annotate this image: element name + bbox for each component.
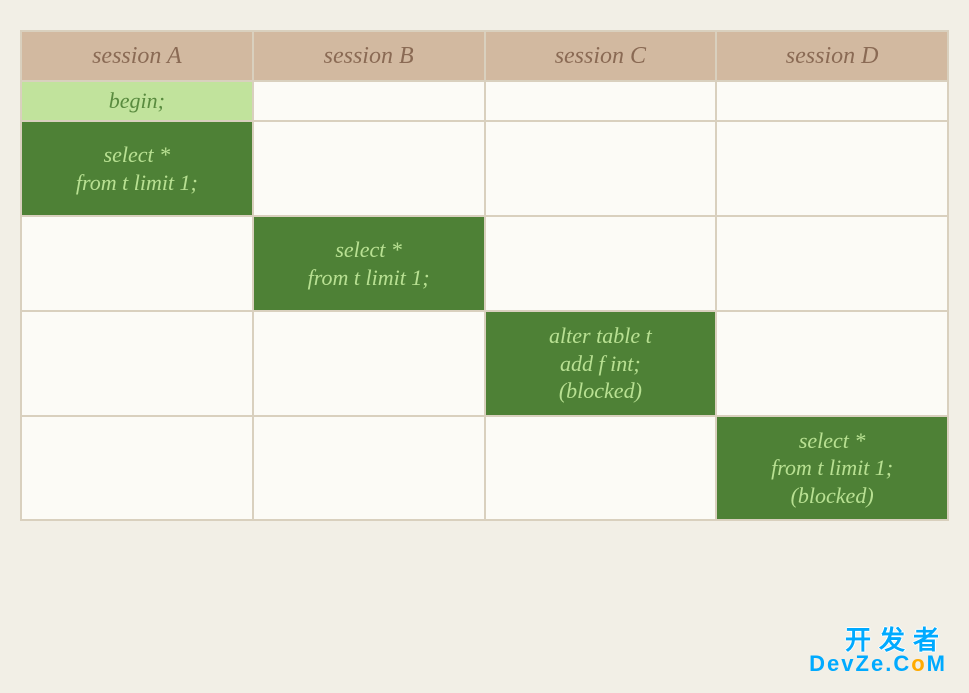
session-lock-table: session A session B session C session D … <box>20 30 949 521</box>
cell-sql: select *from t limit 1; <box>21 121 253 216</box>
table-cell <box>716 121 948 216</box>
table-cell <box>716 216 948 311</box>
table-cell <box>21 216 253 311</box>
table-cell <box>485 416 717 521</box>
table-cell <box>716 81 948 121</box>
watermark: 开发者 DevZe.CoM <box>809 627 947 675</box>
sql-line: alter table t <box>492 322 710 350</box>
table-cell <box>253 311 485 416</box>
sql-line: (blocked) <box>492 377 710 405</box>
cell-begin: begin; <box>21 81 253 121</box>
table-cell <box>485 81 717 121</box>
header-session-d: session D <box>716 31 948 81</box>
sql-line: select * <box>28 141 246 169</box>
sql-line: select * <box>260 236 478 264</box>
cell-sql: select *from t limit 1;(blocked) <box>716 416 948 521</box>
sql-line: from t limit 1; <box>723 454 941 482</box>
table-cell <box>253 81 485 121</box>
header-session-c: session C <box>485 31 717 81</box>
table-row: select *from t limit 1; <box>21 121 948 216</box>
table-row: alter table tadd f int;(blocked) <box>21 311 948 416</box>
table-row: select *from t limit 1;(blocked) <box>21 416 948 521</box>
table-cell <box>21 311 253 416</box>
sql-line: begin; <box>109 88 165 113</box>
header-session-b: session B <box>253 31 485 81</box>
cell-sql: alter table tadd f int;(blocked) <box>485 311 717 416</box>
cell-sql: select *from t limit 1; <box>253 216 485 311</box>
header-session-a: session A <box>21 31 253 81</box>
table-cell <box>485 121 717 216</box>
header-row: session A session B session C session D <box>21 31 948 81</box>
sql-line: add f int; <box>492 350 710 378</box>
sql-line: from t limit 1; <box>260 264 478 292</box>
watermark-cn: 开发者 <box>809 627 947 653</box>
sql-line: (blocked) <box>723 482 941 510</box>
table-row: select *from t limit 1; <box>21 216 948 311</box>
table-cell <box>485 216 717 311</box>
table-cell <box>716 311 948 416</box>
watermark-en: DevZe.CoM <box>809 653 947 675</box>
table-cell <box>21 416 253 521</box>
sql-line: select * <box>723 427 941 455</box>
table-cell <box>253 121 485 216</box>
table-row: begin; <box>21 81 948 121</box>
sql-line: from t limit 1; <box>28 169 246 197</box>
table-body: begin;select *from t limit 1;select *fro… <box>21 81 948 520</box>
table-cell <box>253 416 485 521</box>
